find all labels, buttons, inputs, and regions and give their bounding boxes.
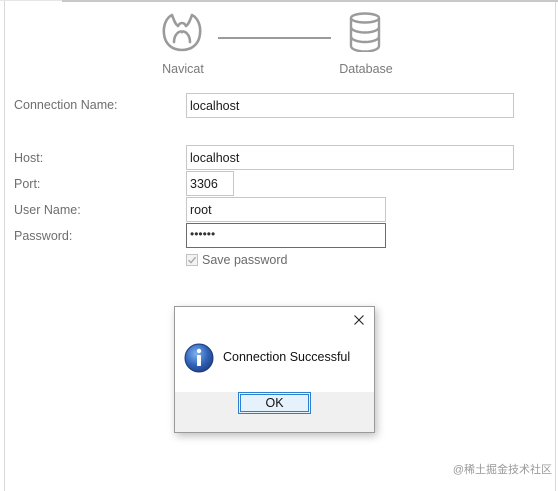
tab-edge [0, 0, 62, 1]
username-input[interactable] [186, 197, 386, 222]
connection-dialog: Connection Successful OK [174, 306, 375, 433]
connection-name-input[interactable] [186, 93, 514, 118]
save-password-label: Save password [202, 253, 288, 267]
password-label: Password: [14, 229, 73, 243]
checkmark-icon [188, 256, 197, 264]
dialog-titlebar [175, 307, 374, 335]
navicat-label: Navicat [162, 62, 204, 76]
host-input[interactable] [186, 145, 514, 170]
database-icon [348, 12, 382, 55]
connection-line [218, 37, 331, 39]
password-input[interactable]: •••••• [186, 223, 386, 248]
tab-divider [62, 0, 558, 2]
ok-button[interactable]: OK [238, 392, 311, 414]
port-input[interactable] [186, 171, 234, 196]
info-icon [183, 342, 215, 377]
dialog-message: Connection Successful [223, 350, 351, 364]
save-password-row[interactable]: Save password [186, 253, 287, 267]
connection-name-label: Connection Name: [14, 98, 118, 112]
watermark: @稀土掘金技术社区 [452, 464, 552, 476]
database-label: Database [339, 62, 393, 76]
host-label: Host: [14, 151, 44, 165]
username-label: User Name: [14, 203, 81, 217]
save-password-checkbox[interactable] [186, 254, 198, 266]
close-icon[interactable] [352, 313, 366, 327]
port-label: Port: [14, 177, 41, 191]
navicat-logo-icon [160, 12, 204, 57]
dialog-body: Connection Successful [175, 335, 374, 392]
